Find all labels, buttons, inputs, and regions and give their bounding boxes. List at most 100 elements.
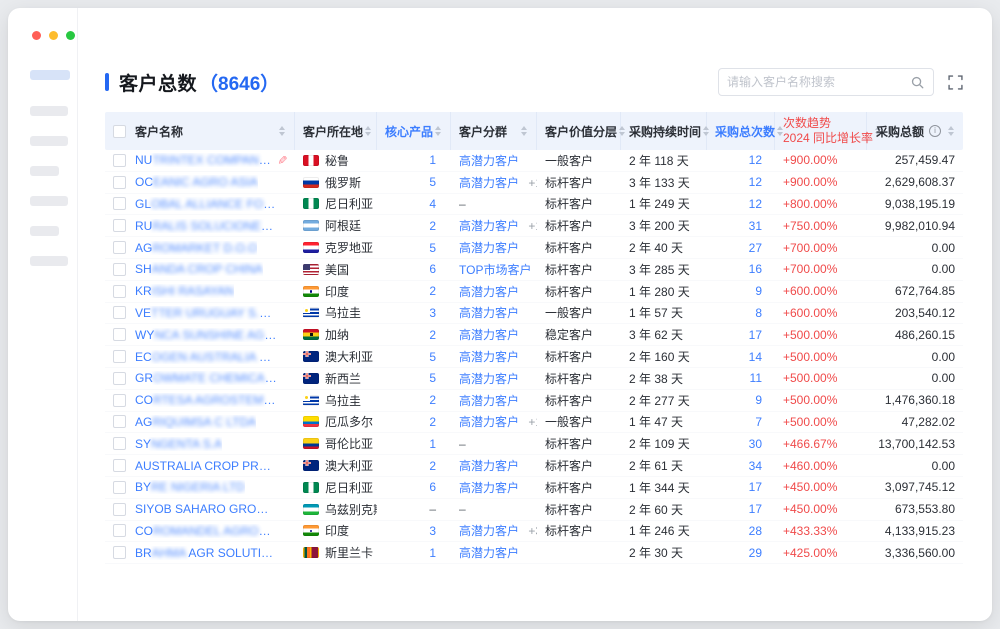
core-products-count[interactable]: 5 (377, 371, 451, 385)
customer-name-link[interactable]: AGRIQUIMSA C LTDA (135, 415, 256, 429)
customer-name-link[interactable]: SHANDA CROP CHINA (135, 262, 263, 276)
table-row[interactable]: AUSTRALIA CROP PROTECTION P... 澳大利亚 2 高潜… (105, 455, 963, 477)
purchase-total-count[interactable]: 34 (707, 459, 775, 473)
table-row[interactable]: RURALIS SOLUCIONES S.A 阿根廷 2 高潜力客户 +1 标杆… (105, 215, 963, 237)
sort-icon[interactable] (946, 126, 955, 136)
table-row[interactable]: COROMANDEL AGRONICA PRIVATE... 印度 3 高潜力客… (105, 521, 963, 543)
customer-segment-link[interactable]: 高潜力客户 (459, 415, 519, 429)
column-label[interactable]: 客户价值分层 (545, 123, 617, 140)
column-label[interactable]: 采购持续时间 (629, 123, 701, 140)
core-products-count[interactable]: 6 (377, 480, 451, 494)
fullscreen-icon[interactable] (948, 75, 963, 90)
core-products-count[interactable]: 1 (377, 546, 451, 560)
purchase-total-count[interactable]: 16 (707, 262, 775, 276)
table-row[interactable]: WYNCA SUNSHINE AGRO PRODU... 加纳 2 高潜力客户 … (105, 324, 963, 346)
core-products-count[interactable]: 3 (377, 306, 451, 320)
customer-name-link[interactable]: RURALIS SOLUCIONES S.A (135, 219, 277, 233)
row-checkbox[interactable] (113, 154, 126, 167)
purchase-total-count[interactable]: 29 (707, 546, 775, 560)
row-checkbox[interactable] (113, 394, 126, 407)
customer-segment-link[interactable]: 高潜力客户 (459, 350, 519, 364)
customer-segment-link[interactable]: 高潜力客户 (459, 546, 519, 560)
column-label[interactable]: 客户所在地 (303, 123, 363, 140)
customer-segment-link[interactable]: 高潜力客户 (459, 306, 519, 320)
customer-segment-link[interactable]: 高潜力客户 (459, 285, 519, 299)
customer-segment-link[interactable]: 高潜力客户 (459, 241, 519, 255)
customer-segment-link[interactable]: – (459, 197, 466, 211)
customer-name-link[interactable]: SYNGENTA S.A (135, 437, 222, 451)
purchase-total-count[interactable]: 9 (707, 284, 775, 298)
row-checkbox[interactable] (113, 546, 126, 559)
row-checkbox[interactable] (113, 524, 126, 537)
customer-segment-link[interactable]: 高潜力客户 (459, 481, 519, 495)
purchase-total-count[interactable]: 11 (707, 371, 775, 385)
column-label[interactable]: 采购总次数 (715, 123, 775, 140)
table-row[interactable]: BRAHMA AGR SOLUTIONS PVT LTD 斯里兰卡 1 高潜力客… (105, 542, 963, 564)
row-checkbox[interactable] (113, 197, 126, 210)
customer-name-link[interactable]: GROWMATE CHEMICALS LIMITED (135, 371, 277, 385)
customer-segment-link[interactable]: 高潜力客户 (459, 176, 519, 190)
search-input[interactable] (727, 75, 910, 89)
table-row[interactable]: KRISHI RASAYAN 印度 2 高潜力客户 标杆客户 1 年 280 天… (105, 281, 963, 303)
select-all-checkbox[interactable] (113, 125, 126, 138)
minimize-button[interactable] (49, 31, 58, 40)
customer-name-link[interactable]: VETTER URUGUAY S.R.L (135, 306, 277, 320)
core-products-count[interactable]: 2 (377, 393, 451, 407)
customer-segment-link[interactable]: – (459, 502, 466, 516)
purchase-total-count[interactable]: 12 (707, 175, 775, 189)
row-checkbox[interactable] (113, 372, 126, 385)
customer-segment-link[interactable]: 高潜力客户 (459, 372, 519, 386)
core-products-count[interactable]: 2 (377, 284, 451, 298)
customer-name-link[interactable]: ECOGEN AUSTRALIA PTY LIMITED (135, 350, 277, 364)
sort-icon[interactable] (519, 126, 528, 136)
column-label[interactable]: 客户名称 (135, 123, 183, 140)
row-checkbox[interactable] (113, 459, 126, 472)
table-row[interactable]: ECOGEN AUSTRALIA PTY LIMITED 澳大利亚 5 高潜力客… (105, 346, 963, 368)
core-products-count[interactable]: 5 (377, 175, 451, 189)
core-products-count[interactable]: 1 (377, 153, 451, 167)
sidebar-item[interactable] (30, 256, 68, 266)
row-checkbox[interactable] (113, 285, 126, 298)
sort-icon[interactable] (277, 126, 286, 136)
purchase-total-count[interactable]: 9 (707, 393, 775, 407)
core-products-count[interactable]: 1 (377, 437, 451, 451)
column-label[interactable]: 次数趋势 (783, 116, 873, 131)
customer-name-link[interactable]: WYNCA SUNSHINE AGRO PRODU... (135, 328, 277, 342)
table-row[interactable]: VETTER URUGUAY S.R.L 乌拉圭 3 高潜力客户 一般客户 1 … (105, 303, 963, 325)
sidebar-item[interactable] (30, 166, 59, 176)
table-row[interactable]: SYNGENTA S.A 哥伦比亚 1 – 标杆客户 2 年 109 天 30 … (105, 433, 963, 455)
customer-name-link[interactable]: AGROMARKET D.O.O (135, 241, 257, 255)
row-checkbox[interactable] (113, 263, 126, 276)
table-row[interactable]: CORTESA AGROSTEMMA ALIANZ R... 乌拉圭 2 高潜力… (105, 390, 963, 412)
core-products-count[interactable]: 2 (377, 219, 451, 233)
purchase-total-count[interactable]: 30 (707, 437, 775, 451)
customer-name-link[interactable]: KRISHI RASAYAN (135, 284, 234, 298)
row-checkbox[interactable] (113, 503, 126, 516)
sidebar-item[interactable] (30, 196, 68, 206)
purchase-total-count[interactable]: 17 (707, 502, 775, 516)
row-checkbox[interactable] (113, 415, 126, 428)
purchase-total-count[interactable]: 27 (707, 241, 775, 255)
customer-name-link[interactable]: OCEANIC AGRO ASIA (135, 175, 258, 189)
table-row[interactable]: NUTRINTEX COMPANI S.A.C ✎ 秘鲁 1 高潜力客户 一般客… (105, 150, 963, 172)
table-row[interactable]: GLOBAL ALLIANCE FOR CHEMICA... 尼日利亚 4 – … (105, 194, 963, 216)
row-checkbox[interactable] (113, 241, 126, 254)
customer-name-link[interactable]: BYRE NIGERIA LTD (135, 480, 245, 494)
close-button[interactable] (32, 31, 41, 40)
customer-segment-link[interactable]: 高潜力客户 (459, 524, 519, 538)
customer-segment-link[interactable]: 高潜力客户 (459, 394, 519, 408)
sort-icon[interactable] (433, 126, 442, 136)
table-row[interactable]: OCEANIC AGRO ASIA 俄罗斯 5 高潜力客户 +1 标杆客户 3 … (105, 172, 963, 194)
core-products-count[interactable]: 3 (377, 524, 451, 538)
purchase-total-count[interactable]: 7 (707, 415, 775, 429)
purchase-total-count[interactable]: 12 (707, 197, 775, 211)
customer-name-link[interactable]: GLOBAL ALLIANCE FOR CHEMICA... (135, 197, 277, 211)
search-icon[interactable] (910, 75, 925, 90)
customer-name-link[interactable]: SIYOB SAHARO GROUP/BEST X... (135, 502, 277, 516)
column-label[interactable]: 核心产品 (385, 123, 433, 140)
info-icon[interactable] (929, 125, 941, 137)
customer-name-link[interactable]: CORTESA AGROSTEMMA ALIANZ R... (135, 393, 277, 407)
purchase-total-count[interactable]: 31 (707, 219, 775, 233)
purchase-total-count[interactable]: 17 (707, 328, 775, 342)
purchase-total-count[interactable]: 17 (707, 480, 775, 494)
